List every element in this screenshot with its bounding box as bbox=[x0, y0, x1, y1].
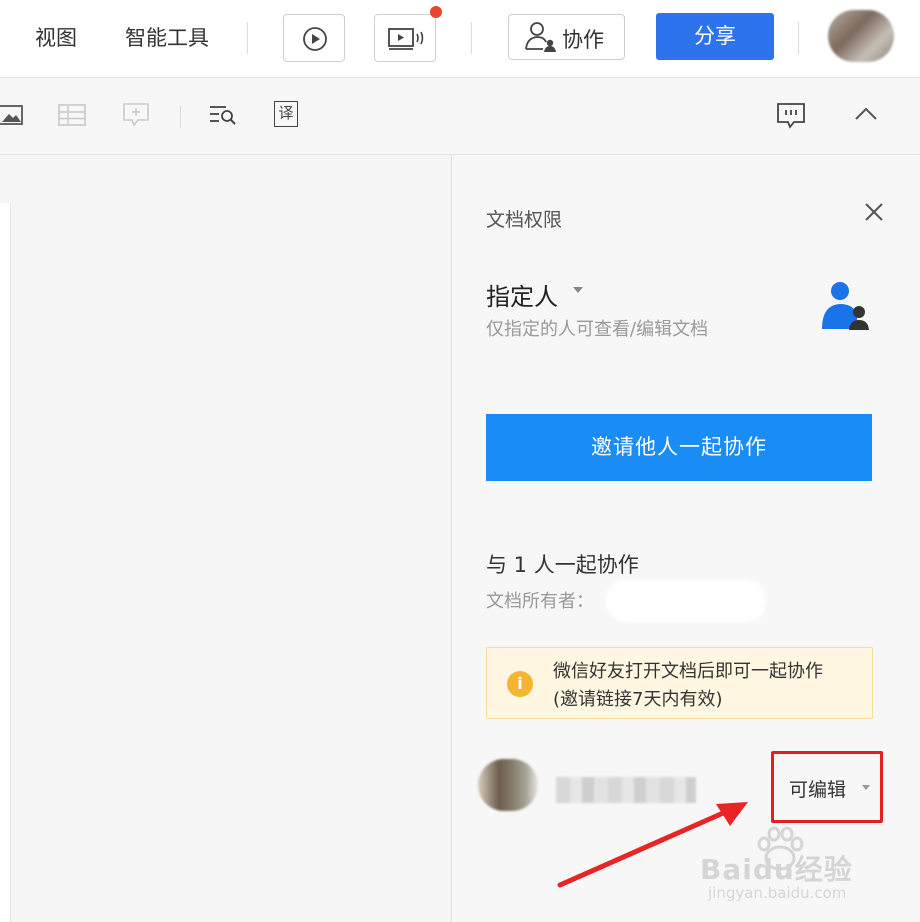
document-page[interactable] bbox=[0, 203, 11, 922]
baidu-watermark: Baidu经验 jingyan.baidu.com bbox=[700, 826, 900, 906]
menu-view[interactable]: 视图 bbox=[35, 24, 77, 52]
comment-add-icon[interactable] bbox=[122, 102, 150, 128]
info-icon: i bbox=[507, 671, 533, 697]
collapse-icon[interactable] bbox=[853, 106, 879, 122]
table-icon[interactable] bbox=[58, 103, 86, 127]
specified-people-icon bbox=[822, 282, 869, 330]
play-button[interactable] bbox=[283, 14, 345, 62]
collab-button[interactable]: 协作 bbox=[508, 14, 625, 60]
comment-icon[interactable] bbox=[776, 102, 806, 130]
owner-label: 文档所有者： bbox=[486, 591, 594, 612]
present-button[interactable] bbox=[374, 14, 436, 62]
member-avatar bbox=[478, 759, 538, 811]
divider bbox=[247, 22, 248, 54]
chevron-down-icon[interactable] bbox=[862, 785, 870, 790]
panel-title: 文档权限 bbox=[486, 209, 563, 231]
permission-description: 仅指定的人可查看/编辑文档 bbox=[486, 319, 709, 340]
chevron-down-icon[interactable] bbox=[573, 287, 583, 293]
divider bbox=[471, 22, 472, 54]
document-canvas[interactable] bbox=[0, 155, 450, 922]
watermark-url: jingyan.baidu.com bbox=[708, 884, 847, 902]
top-bar: 视图 智能工具 协作 分享 bbox=[0, 0, 920, 78]
permission-selector[interactable]: 指定人 bbox=[486, 277, 558, 312]
image-icon[interactable] bbox=[0, 103, 24, 127]
collab-count: 与 1 人一起协作 bbox=[486, 553, 639, 577]
present-icon bbox=[388, 28, 424, 50]
collab-user-icon bbox=[525, 22, 556, 52]
watermark-brand: Baidu经验 bbox=[700, 853, 853, 886]
divider bbox=[180, 106, 181, 128]
menu-smart-tools[interactable]: 智能工具 bbox=[125, 24, 209, 52]
notice-line-2: (邀请链接7天内有效) bbox=[553, 689, 723, 710]
editor-toolbar: 译 bbox=[0, 78, 920, 155]
close-icon[interactable] bbox=[862, 200, 886, 224]
invite-button[interactable]: 邀请他人一起协作 bbox=[486, 414, 872, 481]
notice-line-1: 微信好友打开文档后即可一起协作 bbox=[553, 661, 823, 682]
share-button[interactable]: 分享 bbox=[656, 13, 774, 60]
invite-notice: i 微信好友打开文档后即可一起协作 (邀请链接7天内有效) bbox=[486, 647, 873, 719]
collab-label: 协作 bbox=[562, 28, 604, 52]
translate-icon[interactable]: 译 bbox=[274, 101, 298, 127]
find-icon[interactable] bbox=[209, 103, 239, 127]
avatar[interactable] bbox=[828, 10, 894, 62]
member-role-dropdown[interactable]: 可编辑 bbox=[789, 775, 846, 802]
play-icon bbox=[303, 27, 327, 51]
owner-name-redacted bbox=[606, 580, 766, 622]
notification-dot bbox=[430, 6, 442, 18]
divider bbox=[798, 22, 799, 54]
